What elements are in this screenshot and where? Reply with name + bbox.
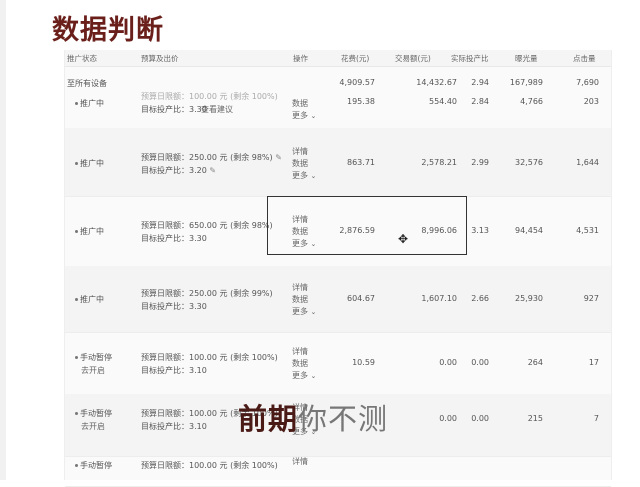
col-header-budget[interactable]: 预算及出价: [141, 53, 179, 64]
row-clicks: 927: [583, 294, 599, 303]
op-more-link[interactable]: 更多 ⌄: [292, 170, 316, 182]
row-gmv: 554.40: [429, 97, 457, 106]
row-gmv: 2,578.21: [421, 158, 457, 167]
target-roi: 目标投产比：3.10: [141, 422, 207, 431]
op-more-link[interactable]: 更多 ⌄: [292, 110, 316, 122]
summary-label: 至所有设备: [67, 79, 107, 88]
row-roi: 0.00: [471, 358, 489, 367]
table-row: 推广中 预算日限额：250.00 元 (剩余 99%) 目标投产比：3.30 详…: [65, 266, 611, 333]
summary-impressions: 167,989: [509, 78, 543, 87]
row-clicks: 1,644: [576, 158, 599, 167]
view-suggestion-link[interactable]: 查看建议: [201, 104, 233, 115]
col-header-ops: 操作: [293, 54, 308, 63]
row-spend: 195.38: [347, 97, 375, 106]
row-impressions: 4,766: [520, 97, 543, 106]
op-data-link[interactable]: 数据: [292, 358, 308, 370]
row-status: 推广中: [75, 158, 104, 169]
op-more-link[interactable]: 更多 ⌄: [292, 370, 316, 382]
op-detail-link[interactable]: 详情: [292, 456, 308, 468]
summary-row: 至所有设备 4,909.57 14,432.67 2.94 167,989 7,…: [65, 72, 611, 90]
row-status: 手动暂停: [75, 352, 112, 363]
chevron-down-icon: ⌄: [310, 372, 317, 380]
summary-spend: 4,909.57: [339, 78, 375, 87]
target-roi: 目标投产比：3.30: [141, 302, 207, 311]
table-row: 手动暂停 预算日限额：100.00 元 (剩余 100%) 详情: [65, 456, 611, 487]
row-roi: 2.84: [471, 97, 489, 106]
chevron-down-icon: ⌄: [310, 172, 317, 180]
row-status: 推广中: [75, 294, 104, 305]
row-impressions: 94,454: [515, 226, 543, 235]
table-header: 推广状态 预算及出价 操作 花费(元) 交易额(元) 实际投产比 曝光量 点击量: [65, 50, 611, 67]
table-row: 推广中 预算日限额：100.00 元 (剩余 100%) 目标投产比：3.30 …: [65, 90, 611, 129]
row-status: 手动暂停: [75, 408, 112, 419]
row-roi: 2.66: [471, 294, 489, 303]
row-status: 手动暂停: [75, 460, 112, 471]
row-impressions: 264: [527, 358, 543, 367]
row-status: 推广中: [75, 226, 104, 237]
row-impressions: 25,930: [515, 294, 543, 303]
enable-link[interactable]: 去开启: [81, 365, 105, 376]
row-clicks: 17: [588, 358, 599, 367]
col-header-impressions[interactable]: 曝光量: [515, 53, 538, 64]
op-data-link[interactable]: 数据: [292, 158, 308, 170]
budget-line: 预算日限额：650.00 元 (剩余 98%): [141, 221, 273, 230]
left-edge: [0, 0, 6, 480]
op-detail-link[interactable]: 详情: [292, 346, 308, 358]
caption-main: 前期: [238, 402, 299, 436]
row-roi: 0.00: [471, 414, 489, 423]
target-roi: 目标投产比：3.10: [141, 366, 207, 375]
target-roi: 目标投产比：3.20 ✎: [141, 166, 217, 175]
row-impressions: 215: [527, 414, 543, 423]
budget-line: 预算日限额：100.00 元 (剩余 100%): [141, 461, 278, 470]
target-roi: 目标投产比：3.30: [141, 105, 207, 114]
summary-gmv: 14,432.67: [416, 78, 457, 87]
budget-line: 预算日限额：250.00 元 (剩余 98%) ✎: [141, 153, 282, 162]
budget-line: 预算日限额：100.00 元 (剩余 100%): [141, 92, 278, 101]
op-more-link[interactable]: 更多 ⌄: [292, 306, 316, 318]
edit-pencil-icon[interactable]: ✎: [209, 166, 216, 175]
row-clicks: 4,531: [576, 226, 599, 235]
col-header-roi[interactable]: 实际投产比: [451, 53, 489, 64]
op-data-link[interactable]: 数据: [292, 98, 308, 110]
row-clicks: 203: [583, 97, 599, 106]
edit-pencil-icon[interactable]: ✎: [275, 153, 282, 162]
col-header-clicks[interactable]: 点击量: [573, 53, 596, 64]
row-gmv: 0.00: [439, 414, 457, 423]
table-row: 手动暂停 去开启 预算日限额：100.00 元 (剩余 100%) 目标投产比：…: [65, 332, 611, 395]
table-row: 推广中 预算日限额：250.00 元 (剩余 98%) ✎ 目标投产比：3.20…: [65, 128, 611, 197]
op-data-link[interactable]: 数据: [292, 294, 308, 306]
op-detail-link[interactable]: 详情: [292, 146, 308, 158]
row-impressions: 32,576: [515, 158, 543, 167]
col-header-spend[interactable]: 花费(元): [341, 53, 369, 64]
row-spend: 863.71: [347, 158, 375, 167]
row-gmv: 1,607.10: [421, 294, 457, 303]
page-title: 数据判断: [52, 15, 164, 46]
col-header-gmv[interactable]: 交易额(元): [395, 53, 431, 64]
summary-roi: 2.94: [471, 78, 489, 87]
chevron-down-icon: ⌄: [310, 308, 317, 316]
row-spend: 10.59: [352, 358, 375, 367]
highlight-box: [267, 196, 467, 255]
caption-faded: 你不测: [298, 402, 389, 436]
summary-clicks: 7,690: [576, 78, 599, 87]
row-status: 推广中: [75, 98, 104, 109]
col-header-status[interactable]: 推广状态: [67, 53, 97, 64]
budget-line: 预算日限额：100.00 元 (剩余 100%): [141, 353, 278, 362]
row-roi: 2.99: [471, 158, 489, 167]
budget-line: 预算日限额：250.00 元 (剩余 99%): [141, 289, 273, 298]
target-roi: 目标投产比：3.30: [141, 234, 207, 243]
row-gmv: 0.00: [439, 358, 457, 367]
mouse-cursor-icon: ✥: [398, 232, 409, 246]
op-detail-link[interactable]: 详情: [292, 282, 308, 294]
enable-link[interactable]: 去开启: [81, 421, 105, 432]
row-spend: 604.67: [347, 294, 375, 303]
row-clicks: 7: [593, 414, 599, 423]
chevron-down-icon: ⌄: [310, 112, 317, 120]
caption-subtitle: 前期你不测: [238, 396, 388, 438]
